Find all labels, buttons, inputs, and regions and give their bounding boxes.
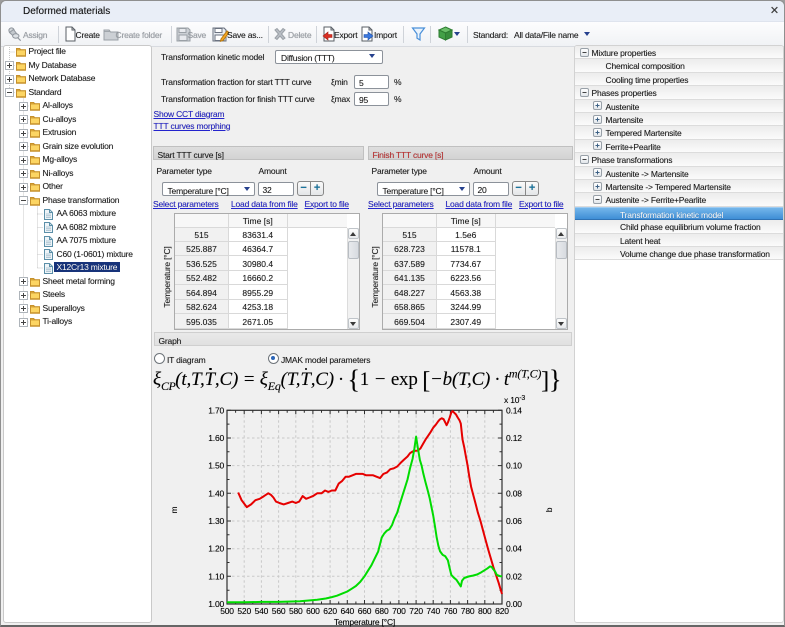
svg-text:580: 580 xyxy=(289,606,303,616)
svg-text:0.12: 0.12 xyxy=(506,433,522,443)
svg-text:b: b xyxy=(544,507,554,512)
svg-text:1.70: 1.70 xyxy=(208,405,224,415)
svg-text:1.20: 1.20 xyxy=(208,544,224,554)
svg-text:0.14: 0.14 xyxy=(506,405,522,415)
svg-text:m: m xyxy=(169,506,179,513)
svg-text:1.60: 1.60 xyxy=(208,433,224,443)
svg-text:520: 520 xyxy=(237,606,251,616)
svg-text:1.40: 1.40 xyxy=(208,488,224,498)
svg-text:0.02: 0.02 xyxy=(506,571,522,581)
svg-text:1.10: 1.10 xyxy=(208,571,224,581)
svg-text:600: 600 xyxy=(306,606,320,616)
svg-text:x 10-3: x 10-3 xyxy=(504,395,525,405)
svg-text:760: 760 xyxy=(444,606,458,616)
svg-text:540: 540 xyxy=(255,606,269,616)
svg-text:720: 720 xyxy=(409,606,423,616)
svg-text:0.08: 0.08 xyxy=(506,488,522,498)
svg-text:660: 660 xyxy=(358,606,372,616)
svg-text:1.50: 1.50 xyxy=(208,461,224,471)
svg-text:700: 700 xyxy=(392,606,406,616)
svg-text:680: 680 xyxy=(375,606,389,616)
svg-text:1.30: 1.30 xyxy=(208,516,224,526)
svg-text:560: 560 xyxy=(272,606,286,616)
svg-text:640: 640 xyxy=(341,606,355,616)
svg-text:0.10: 0.10 xyxy=(506,461,522,471)
svg-text:620: 620 xyxy=(323,606,337,616)
svg-text:780: 780 xyxy=(461,606,475,616)
svg-text:Temperature [°C]: Temperature [°C] xyxy=(334,617,395,627)
svg-text:800: 800 xyxy=(478,606,492,616)
svg-text:500: 500 xyxy=(220,606,234,616)
svg-text:0.04: 0.04 xyxy=(506,544,522,554)
svg-text:820: 820 xyxy=(495,606,509,616)
svg-text:740: 740 xyxy=(426,606,440,616)
svg-text:0.06: 0.06 xyxy=(506,516,522,526)
